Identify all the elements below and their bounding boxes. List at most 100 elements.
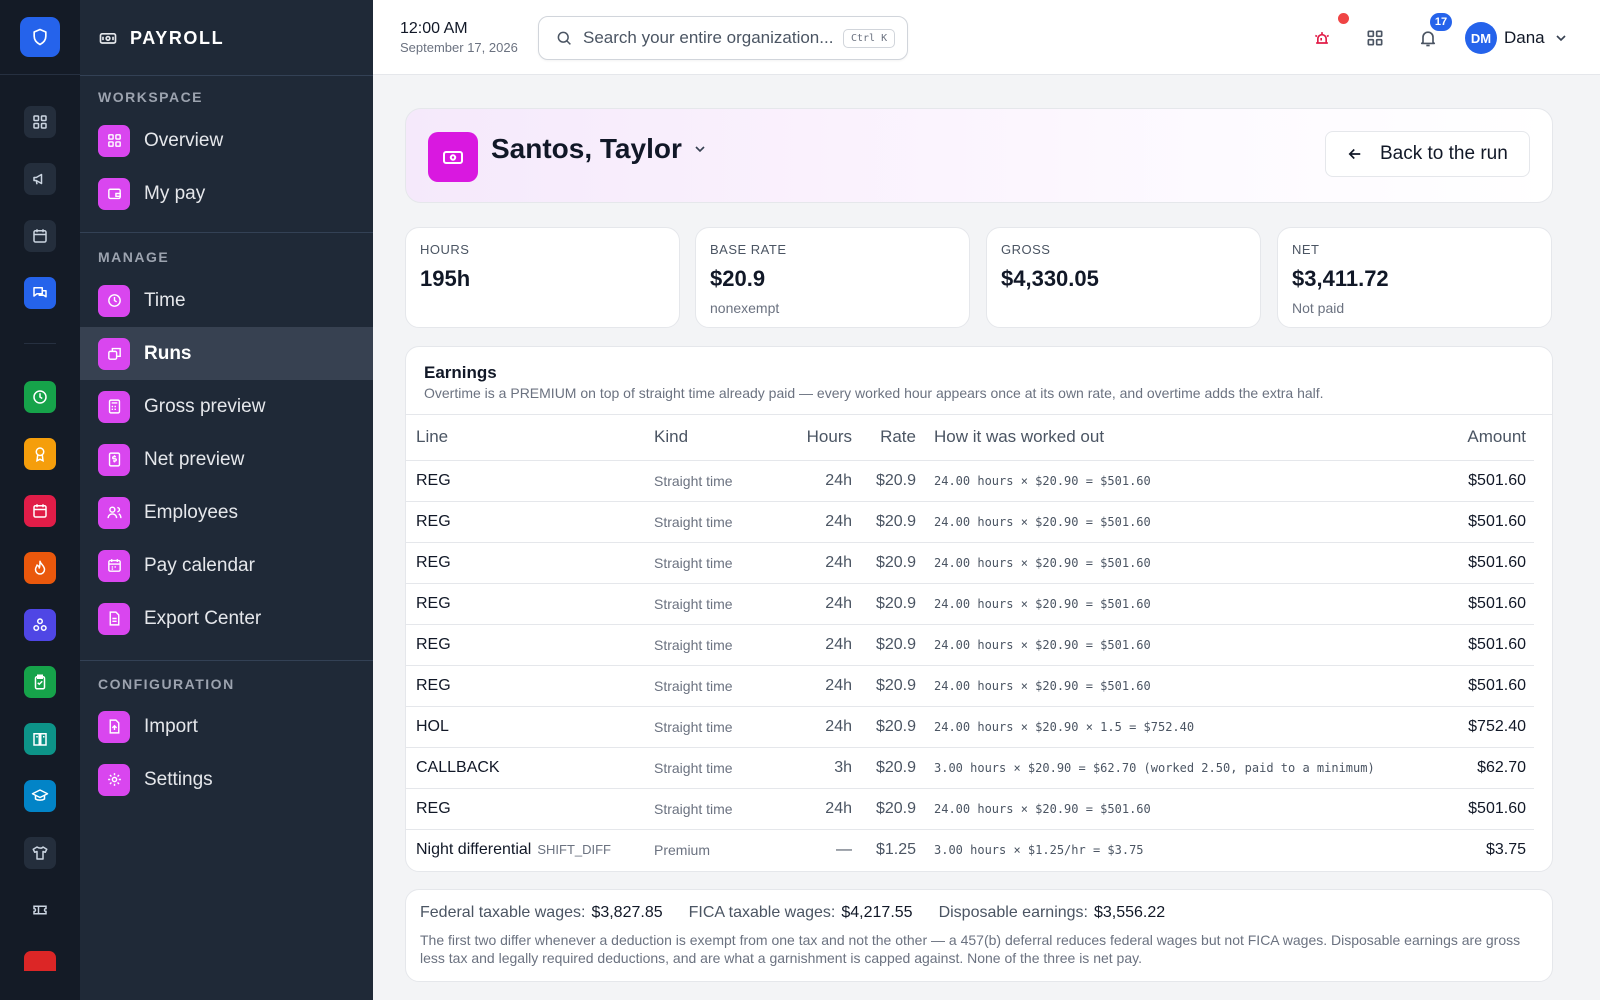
rail-ticket-icon[interactable] xyxy=(24,894,56,926)
cell-rate: $20.9 xyxy=(852,460,920,502)
cell-rate-text: $20.9 xyxy=(875,512,916,530)
table-row: CALLBACK Straight time 3h $20.9 3.00 hours ×… xyxy=(406,747,1534,789)
search-input[interactable] xyxy=(583,28,833,48)
grid-icon xyxy=(98,124,130,157)
column-header-amount: Amount xyxy=(1414,415,1534,461)
sidebar-item-export-center[interactable]: Export Center xyxy=(80,592,373,645)
section-label-configuration: CONFIGURATION xyxy=(98,676,235,692)
sidebar-item-net-preview[interactable]: Net preview xyxy=(80,433,373,486)
stat-value: $20.9 xyxy=(710,266,766,291)
cell-kind-text: Straight time xyxy=(654,800,733,817)
rail-network-icon[interactable] xyxy=(24,609,56,641)
cell-hours-text: 24h xyxy=(825,512,852,530)
cell-hours: 24h xyxy=(774,583,852,625)
cell-amount-text: $501.60 xyxy=(1468,799,1526,817)
export-doc-icon xyxy=(98,602,130,635)
cell-rate: $20.9 xyxy=(852,501,920,543)
banknote-icon xyxy=(99,33,117,44)
rail-calendar-icon[interactable] xyxy=(24,220,56,252)
cell-how-worked-out-text: 24.00 hours × $20.90 = $501.60 xyxy=(934,801,1151,816)
cell-kind-text: Straight time xyxy=(654,554,733,571)
cell-line-text: CALLBACK xyxy=(416,758,500,776)
rail-shirt-icon[interactable] xyxy=(24,837,56,869)
rail-award-icon[interactable] xyxy=(24,438,56,470)
cell-rate: $1.25 xyxy=(852,829,920,870)
federal-wages-label: Federal taxable wages: xyxy=(420,904,586,921)
apps-grid-icon[interactable] xyxy=(1363,26,1387,50)
cell-line: REG xyxy=(406,665,654,707)
alarm-icon[interactable] xyxy=(1310,26,1334,50)
rail-chat-icon[interactable] xyxy=(24,277,56,309)
cell-line: HOL xyxy=(406,706,654,748)
rail-calendar-red-icon[interactable] xyxy=(24,495,56,527)
stat-value: 195h xyxy=(420,266,471,291)
rail-megaphone-icon[interactable] xyxy=(24,163,56,195)
back-to-run-button[interactable]: Back to the run xyxy=(1325,131,1530,177)
cell-rate-text: $20.9 xyxy=(875,471,916,489)
sidebar-item-settings[interactable]: Settings xyxy=(80,753,373,806)
cell-hours: 24h xyxy=(774,788,852,830)
sidebar-item-label: My pay xyxy=(144,182,206,204)
user-name[interactable]: Dana xyxy=(1504,28,1545,48)
cell-rate-text: $1.25 xyxy=(875,840,916,858)
sidebar-item-employees[interactable]: Employees xyxy=(80,486,373,539)
cell-how-worked-out: 24.00 hours × $20.90 × 1.5 = $752.40 xyxy=(920,706,1414,748)
rail-alert-icon[interactable] xyxy=(24,951,56,971)
rail-clipboard-icon[interactable] xyxy=(24,666,56,698)
rail-flame-icon[interactable] xyxy=(24,552,56,584)
cell-line: REG xyxy=(406,501,654,543)
cell-hours-text: 24h xyxy=(825,594,852,612)
sidebar-item-label: Settings xyxy=(144,768,213,790)
rail-clock-icon[interactable] xyxy=(24,381,56,413)
sidebar-item-overview[interactable]: Overview xyxy=(80,114,373,167)
calendar-icon xyxy=(98,549,130,582)
stat-label: HOURS xyxy=(420,242,470,257)
cell-how-worked-out: 24.00 hours × $20.90 = $501.60 xyxy=(920,583,1414,625)
sidebar-item-gross-preview[interactable]: Gross preview xyxy=(80,380,373,433)
cell-kind: Straight time xyxy=(654,788,774,830)
clock: 12:00 AM September 17, 2026 xyxy=(400,20,518,55)
sidebar-item-runs[interactable]: Runs xyxy=(80,327,373,380)
sidebar-item-my-pay[interactable]: My pay xyxy=(80,167,373,220)
employee-switch-chevron-down-icon[interactable] xyxy=(692,141,708,157)
sidebar-item-label: Time xyxy=(144,289,186,311)
cell-line-text: Night differential xyxy=(416,840,532,858)
cell-amount-text: $3.75 xyxy=(1485,840,1526,858)
calculator-icon xyxy=(98,390,130,423)
cell-line: REG xyxy=(406,460,654,502)
sidebar-item-pay-calendar[interactable]: Pay calendar xyxy=(80,539,373,592)
cell-kind-text: Straight time xyxy=(654,718,733,735)
chevron-down-icon[interactable] xyxy=(1553,30,1569,46)
line-code-tag: SHIFT_DIFF xyxy=(537,841,611,857)
alert-dot xyxy=(1338,13,1349,24)
cell-rate: $20.9 xyxy=(852,583,920,625)
sidebar-item-import[interactable]: Import xyxy=(80,700,373,753)
rail-book-icon[interactable] xyxy=(24,723,56,755)
rail-divider xyxy=(0,74,80,75)
import-icon xyxy=(98,710,130,743)
rail-graduation-cap-icon[interactable] xyxy=(24,780,56,812)
stat-label: GROSS xyxy=(1001,242,1051,257)
cell-line-text: REG xyxy=(416,799,451,817)
sidebar-item-time[interactable]: Time xyxy=(80,274,373,327)
cell-hours: 24h xyxy=(774,665,852,707)
app-rail xyxy=(0,0,80,1000)
cell-line-text: REG xyxy=(416,471,451,489)
dollar-doc-icon xyxy=(98,443,130,476)
cell-rate: $20.9 xyxy=(852,706,920,748)
cell-amount: $501.60 xyxy=(1414,624,1534,666)
banknote-icon xyxy=(428,132,478,182)
rail-dashboard-icon[interactable] xyxy=(24,106,56,138)
earnings-title: Earnings xyxy=(424,363,497,382)
cell-rate: $20.9 xyxy=(852,788,920,830)
cell-rate: $20.9 xyxy=(852,747,920,789)
column-header-line: Line xyxy=(406,415,654,461)
search-box[interactable]: Ctrl K xyxy=(538,16,908,60)
shield-logo-icon[interactable] xyxy=(20,17,60,57)
cell-kind-text: Straight time xyxy=(654,595,733,612)
wages-note: The first two differ whenever a deductio… xyxy=(420,932,1521,966)
table-row: REG Straight time 24h $20.9 24.00 hours × $2… xyxy=(406,542,1534,584)
cell-kind: Straight time xyxy=(654,747,774,789)
cell-amount-text: $501.60 xyxy=(1468,553,1526,571)
avatar[interactable]: DM xyxy=(1465,22,1497,54)
